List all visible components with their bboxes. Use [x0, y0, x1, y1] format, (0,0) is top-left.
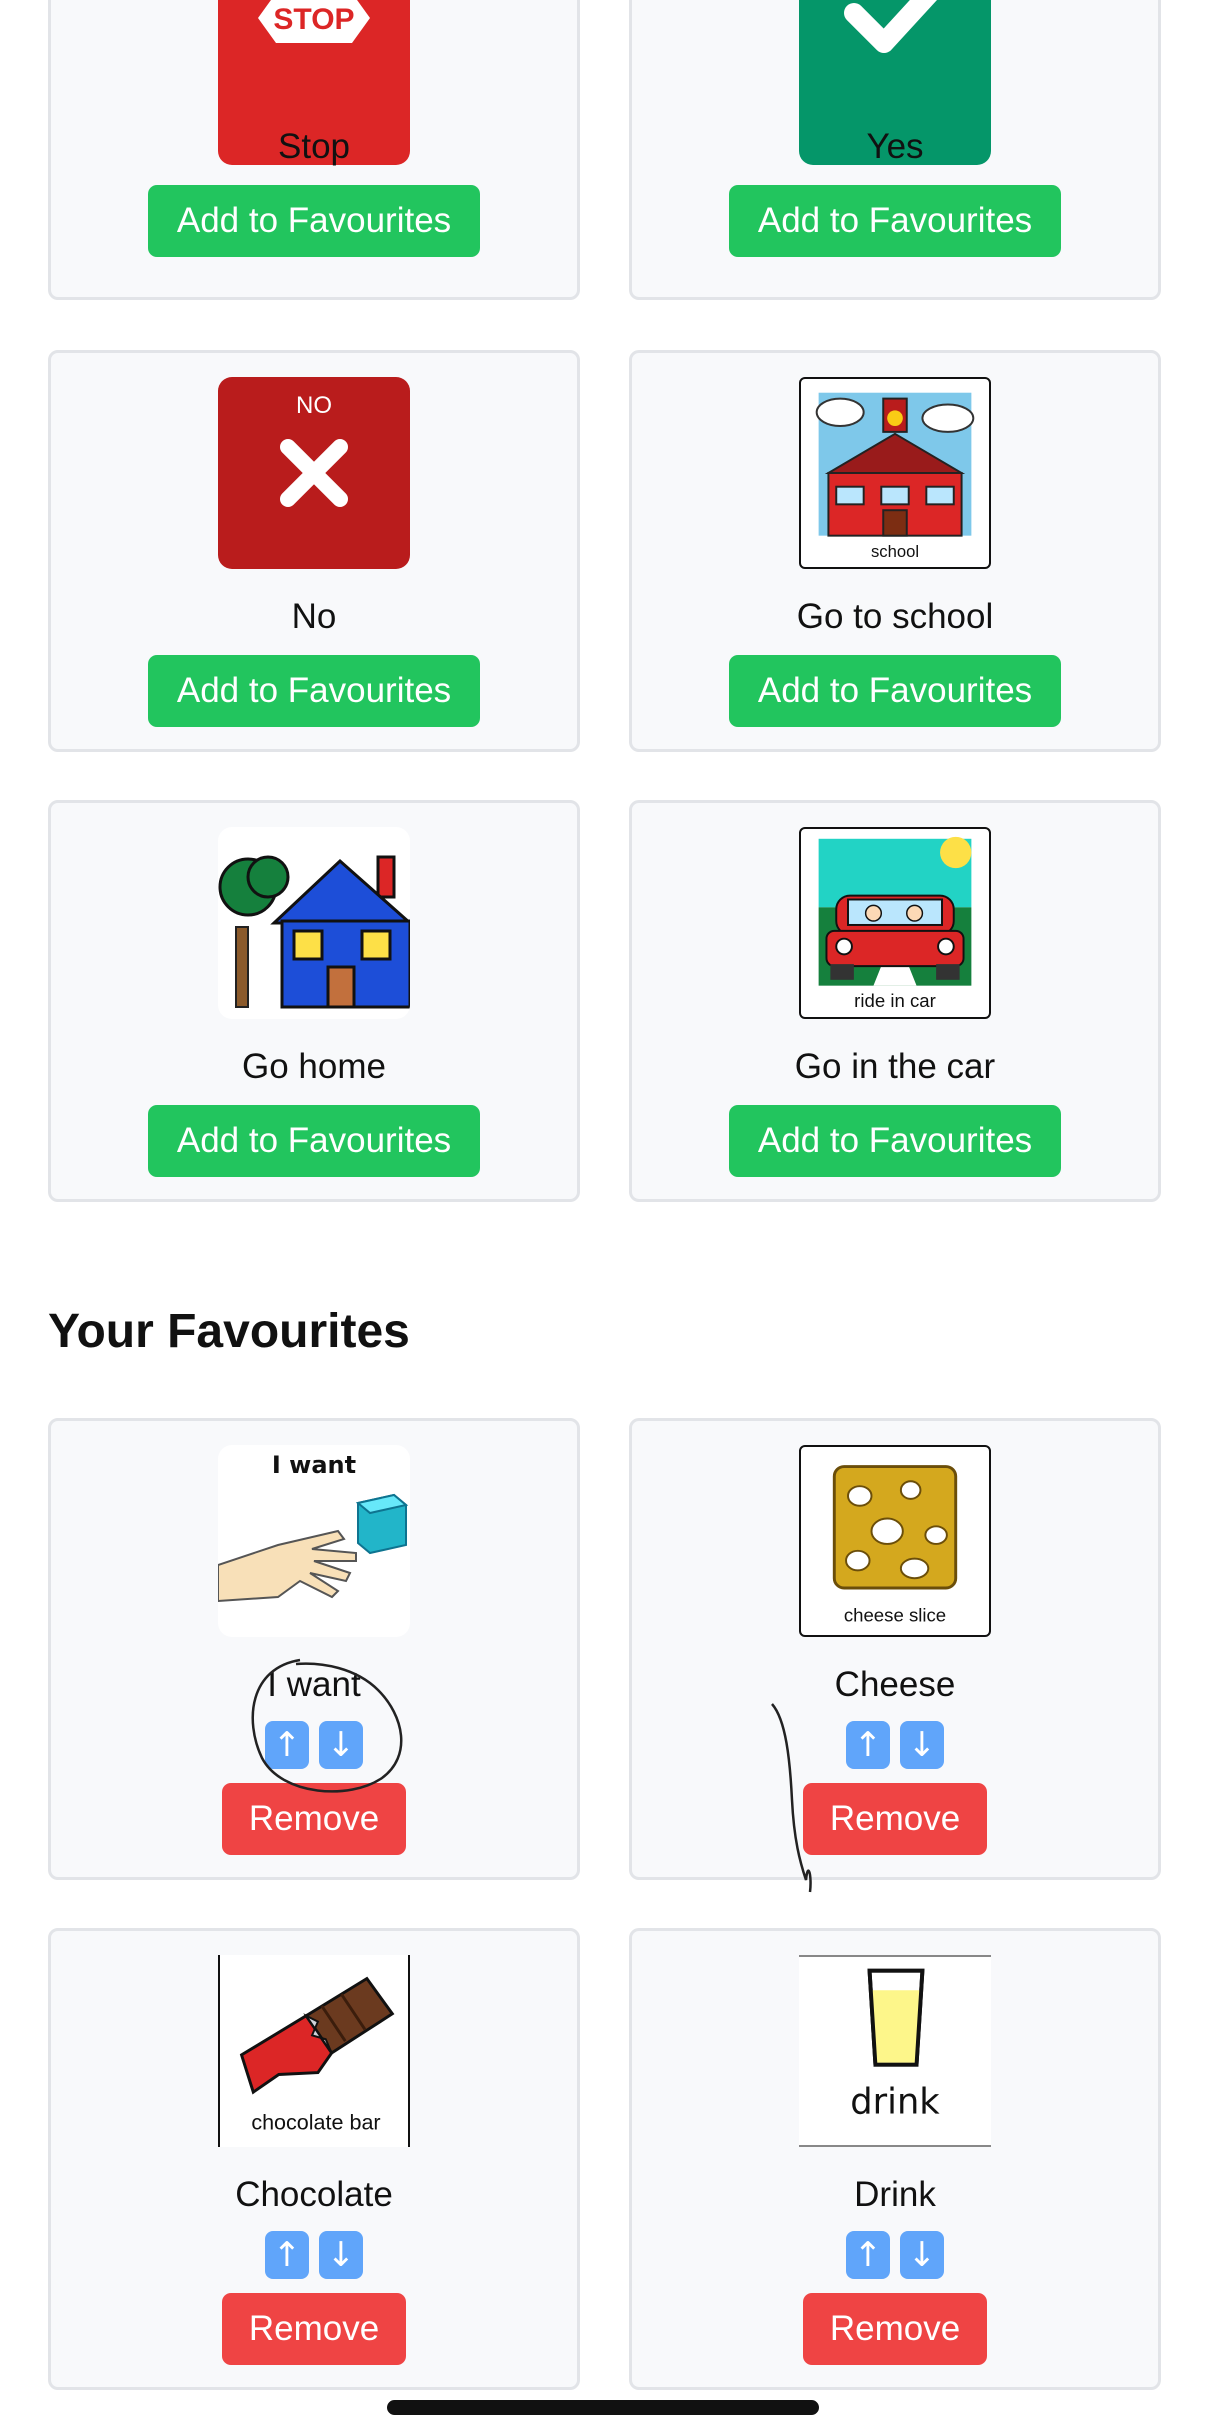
move-down-button[interactable]: ↓ [319, 1721, 363, 1769]
school-icon[interactable]: school [799, 377, 991, 569]
remove-button[interactable]: Remove [222, 2293, 406, 2365]
favourite-card-i-want: I want I want ↑ ↓ Remove [48, 1418, 580, 1880]
svg-text:STOP: STOP [273, 3, 354, 36]
symbol-card-stop: STOP Stop Add to Favourites [48, 0, 580, 300]
symbol-label: Yes [866, 127, 924, 166]
svg-text:chocolate bar: chocolate bar [251, 2110, 380, 2134]
add-to-favourites-button[interactable]: Add to Favourites [148, 1105, 480, 1177]
symbol-label: No [291, 597, 337, 636]
svg-text:drink: drink [850, 2082, 940, 2123]
home-indicator[interactable] [387, 2400, 819, 2415]
i-want-icon[interactable]: I want [218, 1445, 410, 1637]
favourites-heading: Your Favourites [48, 1305, 410, 1358]
move-up-button[interactable]: ↑ [265, 1721, 309, 1769]
move-down-button[interactable]: ↓ [900, 2231, 944, 2279]
house-icon[interactable] [218, 827, 410, 1019]
cheese-icon[interactable]: cheese slice [799, 1445, 991, 1637]
symbol-card-no: NO No Add to Favourites [48, 350, 580, 752]
move-up-button[interactable]: ↑ [265, 2231, 309, 2279]
svg-text:NO: NO [296, 392, 332, 419]
favourite-label: Drink [854, 2175, 936, 2214]
favourite-card-drink: drink Drink ↑ ↓ Remove [629, 1928, 1161, 2390]
car-icon[interactable]: ride in car [799, 827, 991, 1019]
symbol-label: Go home [242, 1047, 386, 1086]
symbol-card-school: school Go to school Add to Favourites [629, 350, 1161, 752]
favourite-card-cheese: cheese slice Cheese ↑ ↓ Remove [629, 1418, 1161, 1880]
add-to-favourites-button[interactable]: Add to Favourites [729, 1105, 1061, 1177]
add-to-favourites-button[interactable]: Add to Favourites [729, 185, 1061, 257]
drink-icon[interactable]: drink [799, 1955, 991, 2147]
reorder-controls: ↑ ↓ [846, 1721, 944, 1769]
symbol-card-yes: Yes Add to Favourites [629, 0, 1161, 300]
favourite-card-chocolate: chocolate bar Chocolate ↑ ↓ Remove [48, 1928, 580, 2390]
symbol-label: Go in the car [794, 1047, 996, 1086]
symbol-card-car: ride in car Go in the car Add to Favouri… [629, 800, 1161, 1202]
favourite-label: Cheese [834, 1665, 956, 1704]
symbol-label: Go to school [796, 597, 994, 636]
svg-text:cheese slice: cheese slice [844, 1604, 946, 1625]
add-to-favourites-button[interactable]: Add to Favourites [729, 655, 1061, 727]
move-down-button[interactable]: ↓ [900, 1721, 944, 1769]
move-up-button[interactable]: ↑ [846, 1721, 890, 1769]
no-cross-icon[interactable]: NO [218, 377, 410, 569]
remove-button[interactable]: Remove [222, 1783, 406, 1855]
reorder-controls: ↑ ↓ [265, 1721, 363, 1769]
remove-button[interactable]: Remove [803, 2293, 987, 2365]
remove-button[interactable]: Remove [803, 1783, 987, 1855]
move-up-button[interactable]: ↑ [846, 2231, 890, 2279]
svg-text:I want: I want [272, 1451, 356, 1479]
reorder-controls: ↑ ↓ [265, 2231, 363, 2279]
symbol-card-home: Go home Add to Favourites [48, 800, 580, 1202]
add-to-favourites-button[interactable]: Add to Favourites [148, 655, 480, 727]
reorder-controls: ↑ ↓ [846, 2231, 944, 2279]
favourite-label: I want [267, 1665, 361, 1704]
add-to-favourites-button[interactable]: Add to Favourites [148, 185, 480, 257]
symbol-label: Stop [278, 127, 350, 166]
svg-text:ride in car: ride in car [854, 990, 936, 1011]
chocolate-bar-icon[interactable]: chocolate bar [218, 1955, 410, 2147]
favourite-label: Chocolate [235, 2175, 393, 2214]
svg-text:school: school [871, 542, 919, 561]
move-down-button[interactable]: ↓ [319, 2231, 363, 2279]
